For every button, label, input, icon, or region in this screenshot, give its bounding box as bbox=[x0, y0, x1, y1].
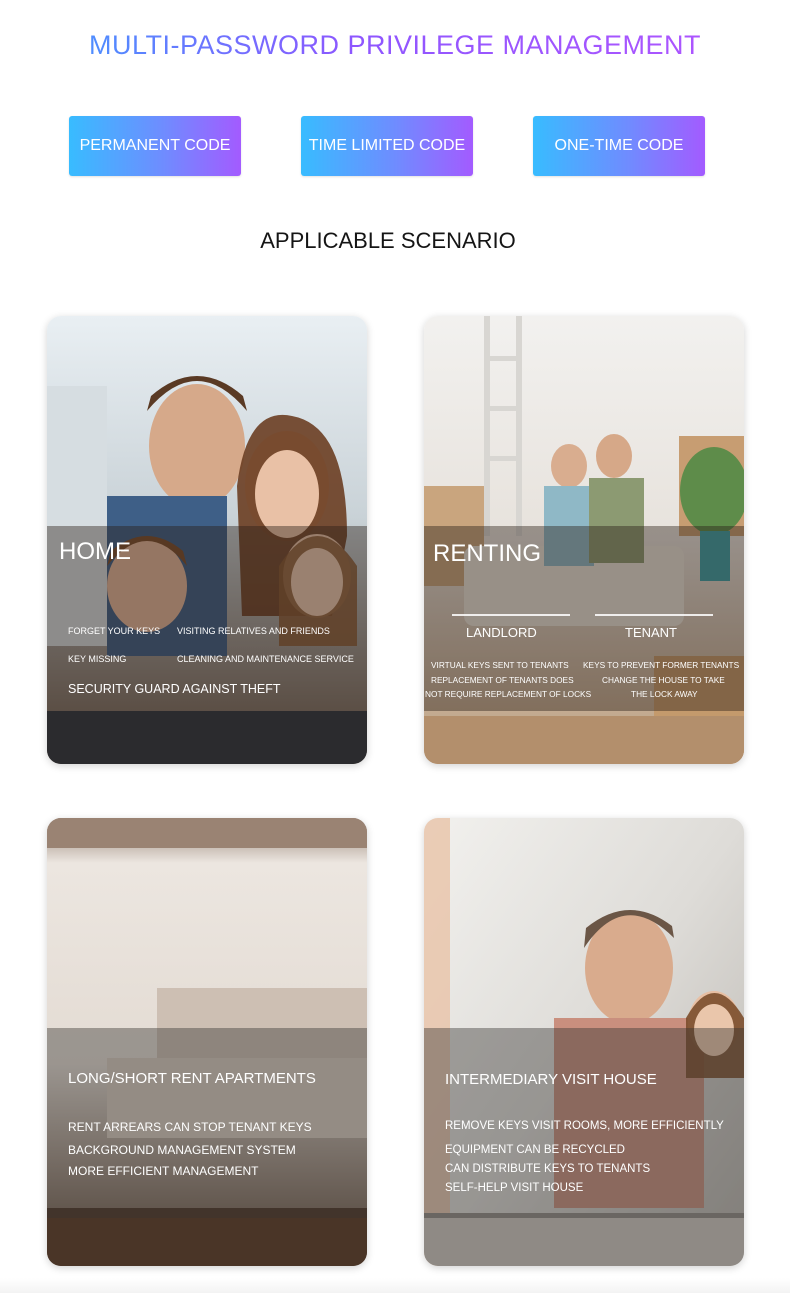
intermediary-card: INTERMEDIARY VISIT HOUSE REMOVE KEYS VIS… bbox=[424, 818, 744, 1266]
time-limited-code-button[interactable]: TIME LIMITED CODE bbox=[301, 116, 473, 176]
renting-title: RENTING bbox=[433, 540, 541, 567]
page-title: MULTI-PASSWORD PRIVILEGE MANAGEMENT bbox=[0, 30, 790, 61]
home-card: HOME FORGET YOUR KEYS VISITING RELATIVES… bbox=[47, 316, 367, 764]
permanent-code-button[interactable]: PERMANENT CODE bbox=[69, 116, 241, 176]
apartments-line: MORE EFFICIENT MANAGEMENT bbox=[68, 1164, 259, 1178]
landlord-line: VIRTUAL KEYS SENT TO TENANTS bbox=[431, 660, 569, 670]
footer-band bbox=[0, 1278, 790, 1293]
home-title: HOME bbox=[59, 538, 131, 565]
landlord-label: LANDLORD bbox=[466, 625, 537, 640]
intermediary-line: EQUIPMENT CAN BE RECYCLED bbox=[445, 1144, 625, 1156]
landlord-line: NOT REQUIRE REPLACEMENT OF LOCKS bbox=[425, 689, 592, 699]
one-time-code-button[interactable]: ONE-TIME CODE bbox=[533, 116, 705, 176]
home-item: VISITING RELATIVES AND FRIENDS bbox=[177, 626, 330, 636]
renting-card: RENTING LANDLORD TENANT VIRTUAL KEYS SEN… bbox=[424, 316, 744, 764]
apartments-card: LONG/SHORT RENT APARTMENTS RENT ARREARS … bbox=[47, 818, 367, 1266]
tenant-line: KEYS TO PREVENT FORMER TENANTS bbox=[583, 660, 740, 670]
home-item: CLEANING AND MAINTENANCE SERVICE bbox=[177, 654, 354, 664]
apartments-line: RENT ARREARS CAN STOP TENANT KEYS bbox=[68, 1120, 312, 1134]
intermediary-line: CAN DISTRIBUTE KEYS TO TENANTS bbox=[445, 1163, 651, 1175]
tenant-line: THE LOCK AWAY bbox=[631, 689, 698, 699]
landlord-line: REPLACEMENT OF TENANTS DOES bbox=[431, 675, 574, 685]
apartments-line: BACKGROUND MANAGEMENT SYSTEM bbox=[68, 1143, 296, 1157]
home-item: KEY MISSING bbox=[68, 654, 127, 664]
tenant-label: TENANT bbox=[625, 625, 677, 640]
intermediary-line: REMOVE KEYS VISIT ROOMS, MORE EFFICIENTL… bbox=[445, 1120, 724, 1132]
tenant-line: CHANGE THE HOUSE TO TAKE bbox=[602, 675, 725, 685]
landlord-divider bbox=[452, 614, 570, 616]
home-footer: SECURITY GUARD AGAINST THEFT bbox=[68, 682, 281, 696]
section-subtitle: APPLICABLE SCENARIO bbox=[260, 228, 516, 253]
intermediary-title: INTERMEDIARY VISIT HOUSE bbox=[445, 1071, 657, 1088]
tenant-divider bbox=[595, 614, 713, 616]
apartments-title: LONG/SHORT RENT APARTMENTS bbox=[68, 1070, 316, 1087]
home-item: FORGET YOUR KEYS bbox=[68, 626, 161, 636]
intermediary-line: SELF-HELP VISIT HOUSE bbox=[445, 1182, 584, 1194]
